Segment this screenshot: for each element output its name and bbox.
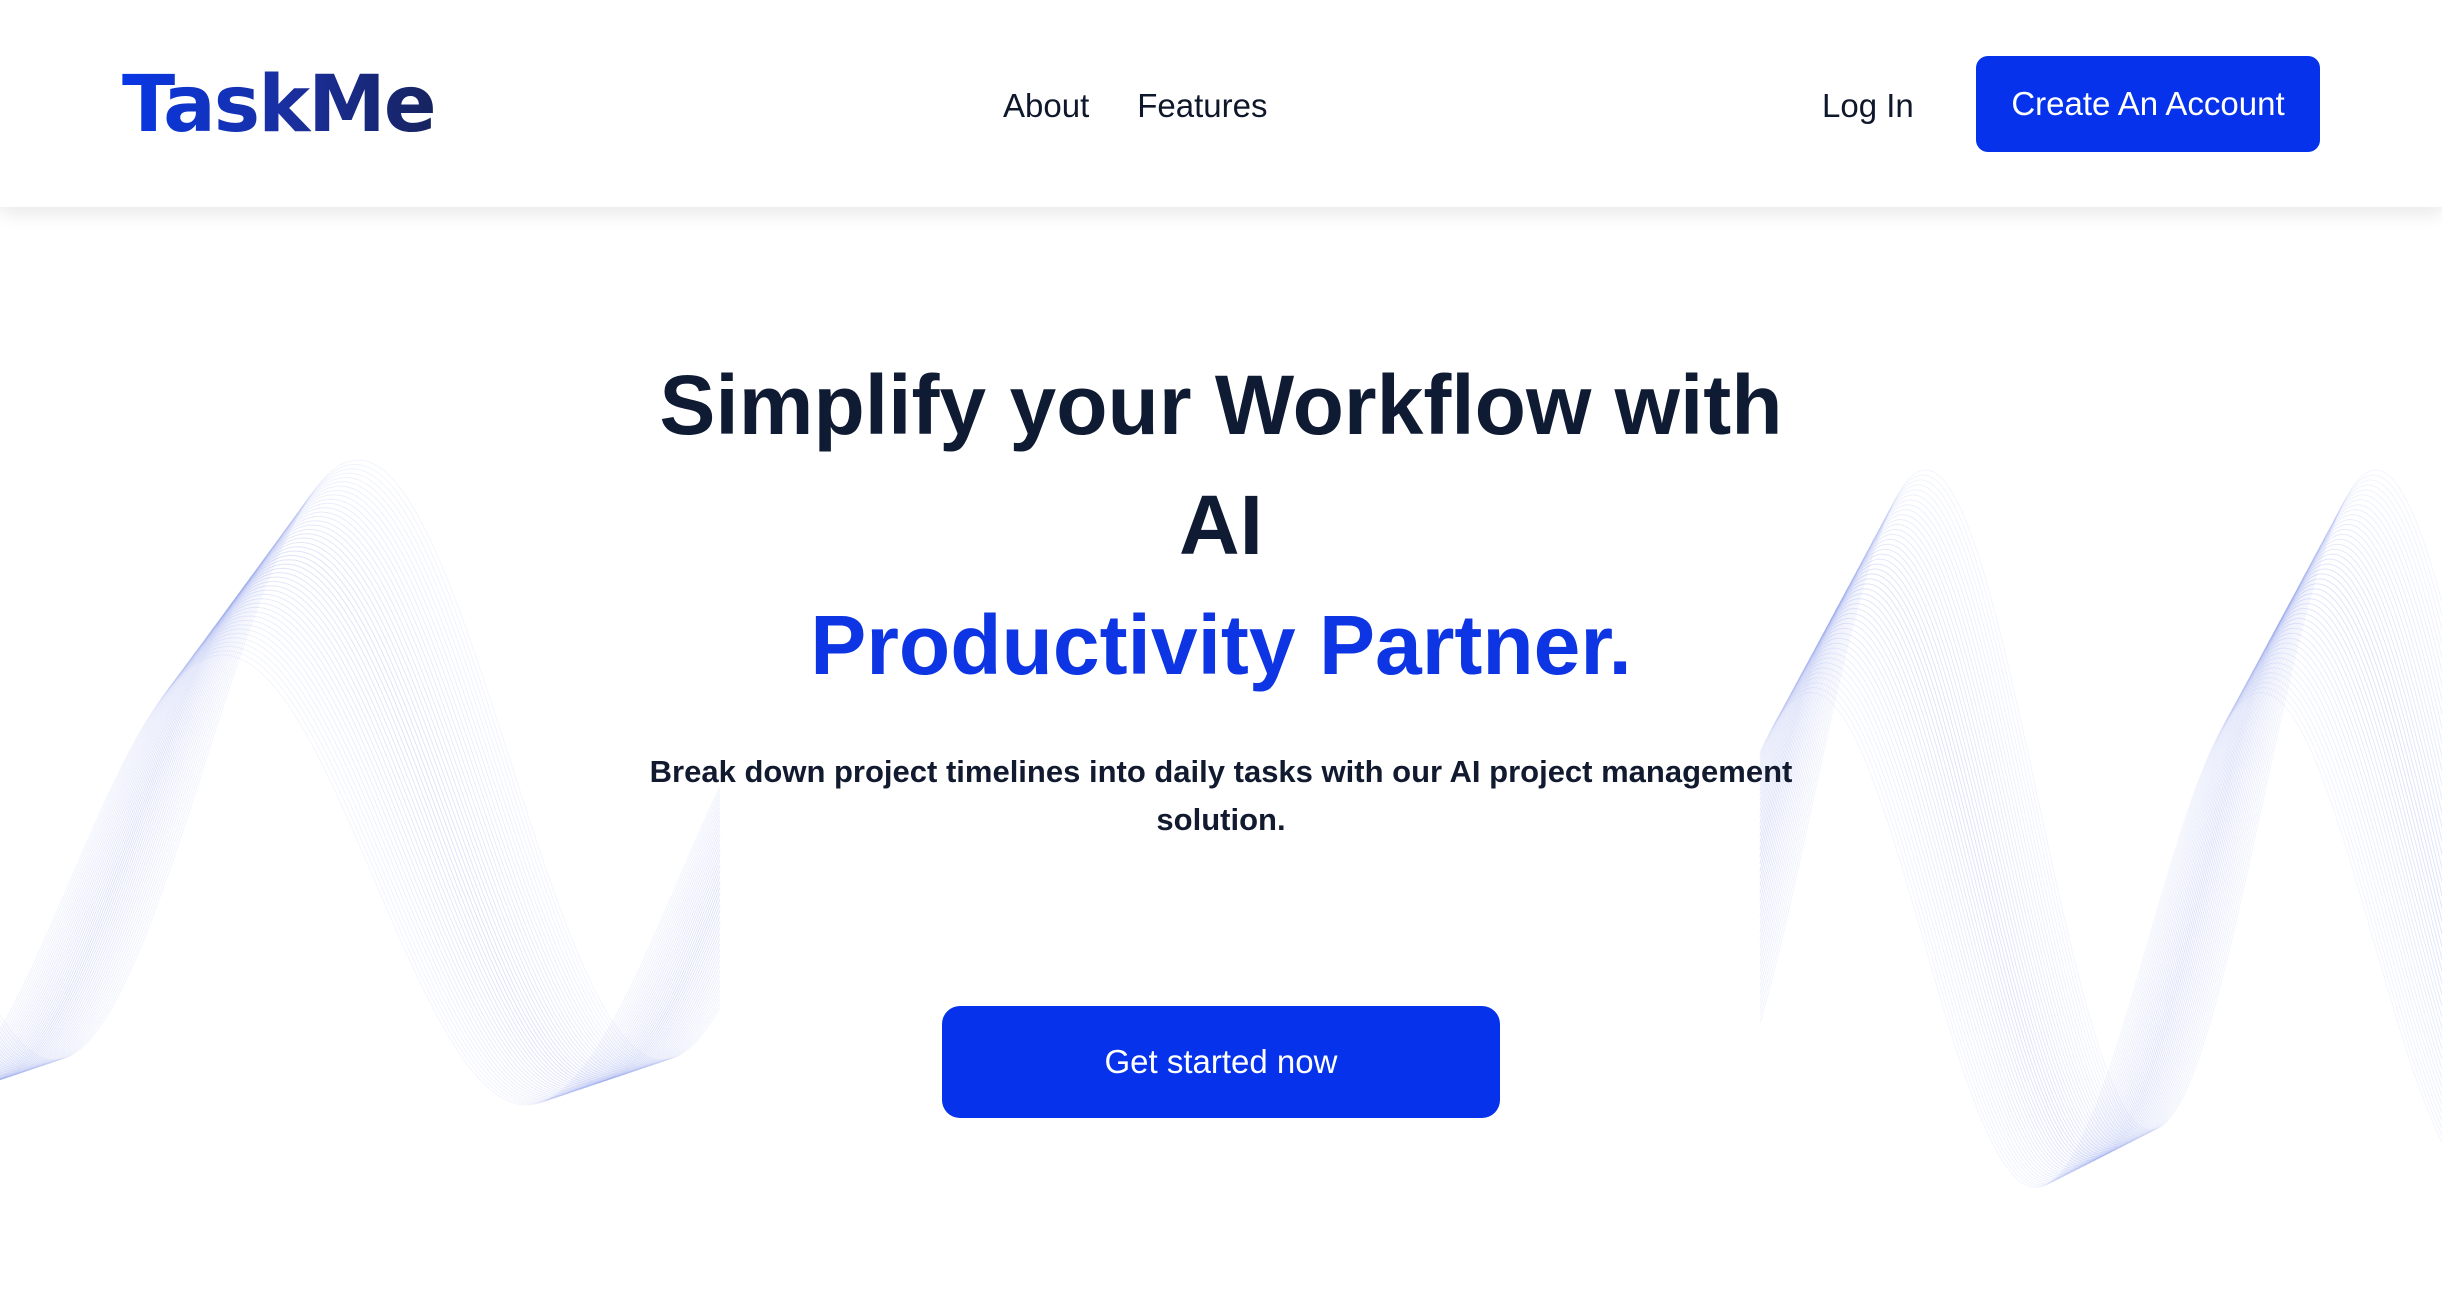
hero-highlight-title: Productivity Partner. xyxy=(810,598,1632,692)
create-account-button[interactable]: Create An Account xyxy=(1976,56,2320,152)
hero-title: Simplify your Workflow with AI xyxy=(0,345,2442,585)
top-navbar: TaskMe About Features Log In Create An A… xyxy=(0,0,2442,207)
nav-about-link[interactable]: About xyxy=(1003,87,1089,125)
login-link[interactable]: Log In xyxy=(1822,78,1914,134)
hero-subtitle: Break down project timelines into daily … xyxy=(649,754,1793,837)
hero-title-line-1: Simplify your Workflow with xyxy=(659,358,1783,452)
landing-page: TaskMe About Features Log In Create An A… xyxy=(0,0,2442,1304)
nav-features-link[interactable]: Features xyxy=(1137,87,1267,125)
hero-title-line-2: AI xyxy=(1179,478,1263,572)
main-nav: About Features xyxy=(1003,78,1267,134)
taskme-logo[interactable]: TaskMe xyxy=(122,55,437,155)
get-started-button[interactable]: Get started now xyxy=(942,1006,1500,1118)
